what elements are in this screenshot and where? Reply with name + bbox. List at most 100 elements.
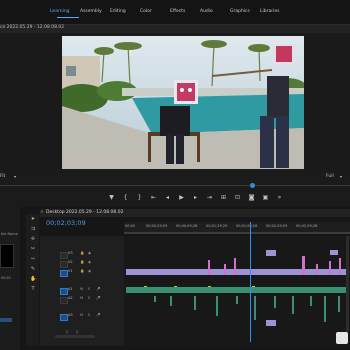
- resolution-select[interactable]: Full: [326, 174, 334, 179]
- video-clip[interactable]: [329, 261, 331, 275]
- eye-icon[interactable]: ◉: [88, 269, 91, 273]
- track-header-a3: A3 M S 🎤: [40, 313, 124, 321]
- eye-icon[interactable]: ◉: [88, 251, 91, 255]
- vertical-scrollbar[interactable]: [346, 236, 349, 332]
- mic-icon[interactable]: 🎤: [96, 313, 100, 317]
- go-to-in-icon[interactable]: ⇤: [150, 194, 157, 201]
- active-tab-indicator: [57, 17, 79, 18]
- audio-clip[interactable]: [254, 296, 256, 320]
- source-patch[interactable]: [60, 261, 68, 268]
- source-patch[interactable]: [60, 252, 68, 259]
- mark-in-icon[interactable]: {: [122, 194, 129, 201]
- lock-icon[interactable]: 🔒: [80, 269, 84, 273]
- monitor-scrub-bar[interactable]: [0, 185, 350, 186]
- audio-clip[interactable]: [236, 296, 238, 304]
- step-forward-icon[interactable]: ▸: [192, 194, 199, 201]
- mic-icon[interactable]: 🎤: [96, 287, 100, 291]
- project-selected-item[interactable]: [0, 318, 12, 322]
- timeline-zoom-scroll[interactable]: [55, 335, 95, 338]
- type-tool-icon[interactable]: T: [30, 286, 36, 292]
- video-clip[interactable]: [234, 258, 236, 275]
- track-header-v2: V2 🔒 ◉: [40, 260, 124, 268]
- tab-audio[interactable]: Audio: [200, 9, 230, 14]
- audio-clip[interactable]: [126, 287, 348, 293]
- tools-panel: ➤ ⇉ ✢ ✂ ⇿ ✎ ✋ T: [26, 214, 39, 346]
- audio-clip[interactable]: [170, 296, 172, 306]
- timeline-timecode[interactable]: 00;02;03;09: [46, 219, 86, 227]
- audio-clip[interactable]: [216, 296, 218, 316]
- tab-graphics[interactable]: Graphics: [230, 9, 260, 14]
- razor-tool-icon[interactable]: ✂: [30, 246, 36, 252]
- work-area-bar[interactable]: [124, 232, 350, 234]
- video-clip[interactable]: [126, 269, 348, 275]
- program-monitor-title[interactable]: ce 2022.05.29 - 12.08.08.02: [0, 25, 64, 30]
- audio-clip[interactable]: [274, 296, 276, 308]
- audio-clip[interactable]: [338, 296, 340, 312]
- go-to-out-icon[interactable]: ⇥: [206, 194, 213, 201]
- timeline-tracks[interactable]: [124, 236, 350, 346]
- selection-tool-icon[interactable]: ➤: [30, 216, 36, 222]
- overwrite-icon[interactable]: ⊡: [234, 194, 241, 201]
- pen-tool-icon[interactable]: ✎: [30, 266, 36, 272]
- more-icon[interactable]: »: [276, 194, 283, 201]
- video-clip[interactable]: [224, 264, 226, 275]
- video-frame[interactable]: [62, 36, 304, 169]
- zoom-level-select[interactable]: Fit: [0, 174, 5, 179]
- mute-icon[interactable]: M: [80, 313, 83, 317]
- tab-editing[interactable]: Editing: [110, 9, 140, 14]
- video-clip[interactable]: [266, 320, 276, 326]
- video-clip[interactable]: [302, 256, 305, 275]
- mic-icon[interactable]: 🎤: [96, 296, 100, 300]
- step-back-icon[interactable]: ◂: [164, 194, 171, 201]
- marker-icon[interactable]: ▼: [108, 194, 115, 201]
- source-patch-active[interactable]: [60, 314, 68, 321]
- close-icon[interactable]: ×: [40, 210, 44, 215]
- solo-icon[interactable]: S: [88, 296, 90, 300]
- project-duration: 00;01: [1, 276, 12, 280]
- play-icon[interactable]: ▶: [178, 194, 185, 201]
- ripple-edit-icon[interactable]: ✢: [30, 236, 36, 242]
- chevron-down-icon: ▾: [340, 174, 343, 179]
- video-clip[interactable]: [208, 260, 210, 275]
- tab-learning[interactable]: Learning: [50, 9, 80, 14]
- image-icon[interactable]: [336, 332, 348, 344]
- video-clip[interactable]: [266, 250, 276, 256]
- source-patch-active[interactable]: [60, 270, 68, 277]
- monitor-playhead[interactable]: [250, 183, 255, 188]
- audio-clip[interactable]: [194, 296, 196, 310]
- track-select-icon[interactable]: ⇉: [30, 226, 36, 232]
- compare-icon[interactable]: ▣: [262, 194, 269, 201]
- eye-icon[interactable]: ◉: [88, 260, 91, 264]
- mute-icon[interactable]: M: [80, 287, 83, 291]
- mark-out-icon[interactable]: }: [136, 194, 143, 201]
- lock-icon[interactable]: 🔒: [80, 260, 84, 264]
- project-thumbnail[interactable]: [0, 244, 14, 268]
- audio-clip[interactable]: [154, 296, 156, 302]
- solo-icon[interactable]: S: [88, 287, 90, 291]
- solo-icon[interactable]: S: [88, 313, 90, 317]
- project-column-name[interactable]: ble Name: [1, 232, 18, 236]
- lock-icon[interactable]: 🔒: [80, 251, 84, 255]
- audio-clip[interactable]: [292, 296, 294, 314]
- tab-libraries[interactable]: Libraries: [260, 9, 290, 14]
- insert-icon[interactable]: ⊞: [220, 194, 227, 201]
- timeline-playhead[interactable]: [250, 222, 251, 342]
- video-clip[interactable]: [316, 264, 318, 275]
- track-name: V1: [68, 269, 73, 273]
- audio-clip[interactable]: [310, 296, 312, 306]
- source-patch-active[interactable]: [60, 288, 68, 295]
- sequence-tab[interactable]: Desktop 2022.05.29 - 12.08.08.02: [46, 210, 123, 215]
- mute-icon[interactable]: M: [80, 296, 83, 300]
- tab-assembly[interactable]: Assembly: [80, 9, 110, 14]
- export-frame-icon[interactable]: ◙: [248, 194, 255, 201]
- source-patch[interactable]: [60, 297, 68, 304]
- hand-tool-icon[interactable]: ✋: [30, 276, 36, 282]
- video-clip[interactable]: [339, 258, 341, 275]
- slip-tool-icon[interactable]: ⇿: [30, 256, 36, 262]
- tab-color[interactable]: Color: [140, 9, 170, 14]
- tab-effects[interactable]: Effects: [170, 9, 200, 14]
- audio-clip[interactable]: [324, 296, 326, 322]
- track-sublabel: C: [76, 330, 79, 334]
- video-clip[interactable]: [330, 250, 338, 255]
- ruler-tick: 00;00: [125, 224, 136, 228]
